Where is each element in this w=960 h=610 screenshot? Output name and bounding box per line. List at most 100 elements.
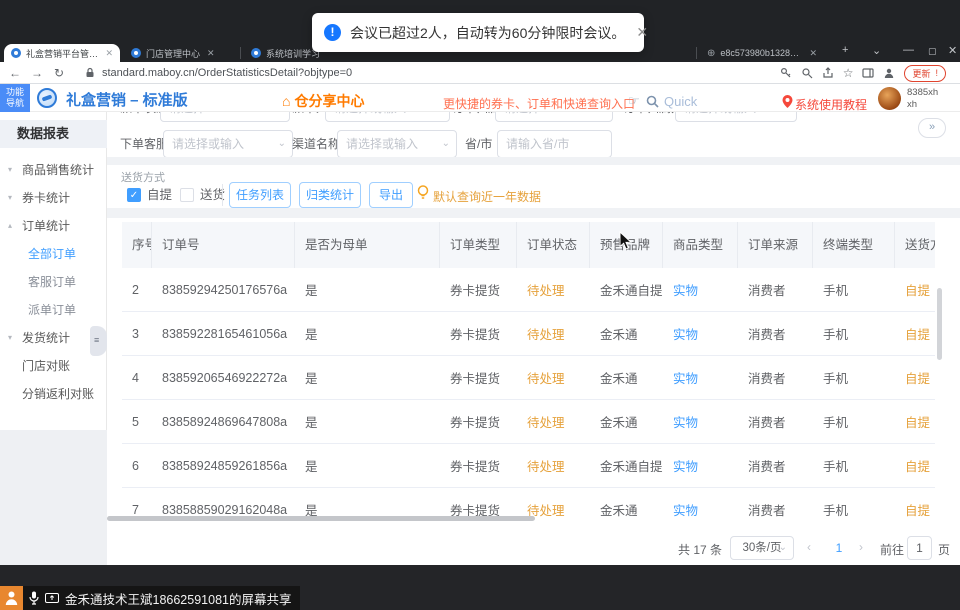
function-nav-button[interactable]: 功能 导航 [0, 84, 30, 112]
reload-icon[interactable]: ↻ [48, 66, 70, 80]
current-page[interactable]: 1 [829, 541, 849, 555]
task-list-button[interactable]: 任务列表 [229, 182, 291, 208]
cell-delivery: 自提 [895, 500, 935, 519]
checkbox-delivery[interactable] [180, 188, 194, 202]
page-size-select[interactable]: 30条/页 ⌄ [730, 536, 794, 560]
sidebar-item-all-orders[interactable]: 全部订单 [0, 240, 107, 268]
update-button[interactable]: 更新 ! [904, 65, 946, 82]
browser-tab-1[interactable]: 礼盒营销平台管理中心 ✕ [4, 44, 120, 62]
prev-page-icon[interactable]: ‹ [807, 540, 811, 554]
avatar[interactable] [878, 87, 901, 110]
brand-logo-icon [37, 88, 57, 108]
goto-page-input[interactable]: 1 [907, 536, 932, 560]
section-divider [107, 208, 960, 218]
sidebar-item-order-stats[interactable]: ▴ 订单统计 [0, 212, 107, 240]
update-badge: ! [935, 68, 938, 78]
cell-is-parent: 是 [295, 280, 440, 299]
toast-close-icon[interactable]: ✕ [636, 24, 648, 41]
filter-select-order-owner-party[interactable]: 请选择或输入 ⌄ [675, 112, 797, 122]
back-icon[interactable]: ← [4, 66, 26, 80]
expand-filters-button[interactable]: » [918, 118, 946, 138]
filter-input-province-city[interactable]: 请输入省/市 [497, 130, 612, 158]
tab-close-icon[interactable]: ✕ [809, 48, 817, 59]
cell-product-type[interactable]: 实物 [663, 500, 738, 519]
maximize-icon[interactable]: ▢ [928, 46, 937, 57]
sidebar-collapse-handle[interactable]: ≡ [90, 326, 107, 356]
quick-search-link[interactable]: Quick [664, 94, 697, 109]
cell-status: 待处理 [517, 324, 590, 343]
checkbox-pickup[interactable]: ✓ [127, 188, 141, 202]
profile-icon[interactable] [883, 67, 895, 79]
browser-tab-2[interactable]: 门店管理中心 ✕ [124, 44, 236, 62]
cell-source: 消费者 [738, 324, 813, 343]
cell-product-type[interactable]: 实物 [663, 412, 738, 431]
sidebar-item-store-reconcile[interactable]: 门店对账 [0, 352, 107, 380]
caret-down-icon: ▾ [8, 156, 12, 184]
cell-product-type[interactable]: 实物 [663, 368, 738, 387]
screen: 礼盒营销平台管理中心 ✕ 门店管理中心 ✕ 系统培训学习 ⊕ e8c573980… [0, 0, 960, 610]
horizontal-scrollbar[interactable] [107, 516, 535, 521]
cell-terminal: 手机 [813, 324, 895, 343]
cell-presale-brand: 金禾通 [590, 412, 663, 431]
sidebar-item-coupon-stats[interactable]: ▾ 券卡统计 [0, 184, 107, 212]
filter-select-dispatch-status[interactable]: 请选择 ⌄ [160, 112, 290, 122]
url-text[interactable]: standard.maboy.cn/OrderStatisticsDetail?… [102, 67, 352, 79]
side-panel-icon[interactable] [862, 67, 874, 79]
cell-product-type[interactable]: 实物 [663, 324, 738, 343]
cell-delivery: 自提 [895, 456, 935, 475]
key-icon[interactable] [780, 67, 792, 79]
username: 8385xh xh [907, 87, 938, 111]
next-page-icon[interactable]: › [859, 540, 863, 554]
window-close-icon[interactable]: ✕ [948, 44, 957, 57]
checkbox-pickup-label[interactable]: 自提 [147, 184, 172, 206]
cell-delivery: 自提 [895, 368, 935, 387]
column-header: 商品类型 [663, 222, 738, 268]
chevron-down-icon[interactable]: ⌄ [872, 44, 881, 57]
pagination-total: 共 17 条 [678, 541, 722, 558]
export-button[interactable]: 导出 [369, 182, 413, 208]
page-unit-label: 页 [938, 541, 950, 558]
tab-separator [240, 47, 241, 59]
cell-status: 待处理 [517, 412, 590, 431]
browser-tab-4[interactable]: ⊕ e8c573980b1328a258fd2e6f8 ✕ [700, 44, 824, 62]
forward-icon[interactable]: → [26, 66, 48, 80]
chevron-down-icon: ⌄ [779, 537, 787, 559]
warehouse-share-link[interactable]: ⌂ 仓分享中心 [282, 91, 364, 111]
new-tab-button[interactable]: + [842, 44, 848, 56]
chevron-down-icon: ⌄ [275, 112, 283, 121]
cell-source: 消费者 [738, 456, 813, 475]
minimize-icon[interactable]: — [903, 44, 914, 56]
table-row: 5 83858924869647808a 是 券卡提货 待处理 金禾通 实物 消… [122, 400, 935, 444]
chevron-down-icon: ⌄ [278, 131, 286, 157]
home-icon: ⌂ [282, 93, 290, 109]
sidebar-item-service-orders[interactable]: 客服订单 [0, 268, 107, 296]
filter-select-order-service[interactable]: 请选择或输入 ⌄ [163, 130, 293, 158]
cell-product-type[interactable]: 实物 [663, 456, 738, 475]
person-icon [5, 590, 18, 606]
goto-label: 前往 [880, 541, 904, 558]
bookmark-star-icon[interactable]: ☆ [843, 66, 854, 80]
tab-close-icon[interactable]: ✕ [207, 48, 215, 59]
tab-close-icon[interactable]: ✕ [105, 48, 113, 59]
filter-select-channel-name[interactable]: 请选择或输入 ⌄ [337, 130, 457, 158]
filter-select-dispatcher[interactable]: 请选择或输入 ⌄ [325, 112, 450, 122]
search-icon[interactable] [646, 95, 659, 108]
cell-product-type[interactable]: 实物 [663, 280, 738, 299]
sidebar-item-rebate-reconcile[interactable]: 分销返利对账 [0, 380, 107, 408]
cell-presale-brand: 金禾通 [590, 368, 663, 387]
category-stats-button[interactable]: 归类统计 [299, 182, 361, 208]
share-icon[interactable] [822, 67, 834, 79]
share-user-tile[interactable] [0, 586, 23, 610]
filter-select-order-owner[interactable]: 请选择 ⌄ [495, 112, 613, 122]
sidebar-item-product-sales[interactable]: ▾ 商品销售统计 [0, 156, 107, 184]
zoom-icon[interactable] [801, 67, 813, 79]
cell-seq: 4 [122, 371, 152, 385]
chevron-down-icon: ⌄ [782, 112, 790, 121]
filter-label-order-owner-party: 订单归属方 [623, 112, 683, 122]
system-tutorial-link[interactable]: 系统使用教程 [795, 96, 867, 113]
lock-icon [84, 67, 96, 79]
vertical-scrollbar[interactable] [937, 288, 942, 360]
sidebar-item-dispatch-orders[interactable]: 派单订单 [0, 296, 107, 324]
column-header: 订单号 [152, 222, 295, 268]
column-header: 终端类型 [813, 222, 895, 268]
